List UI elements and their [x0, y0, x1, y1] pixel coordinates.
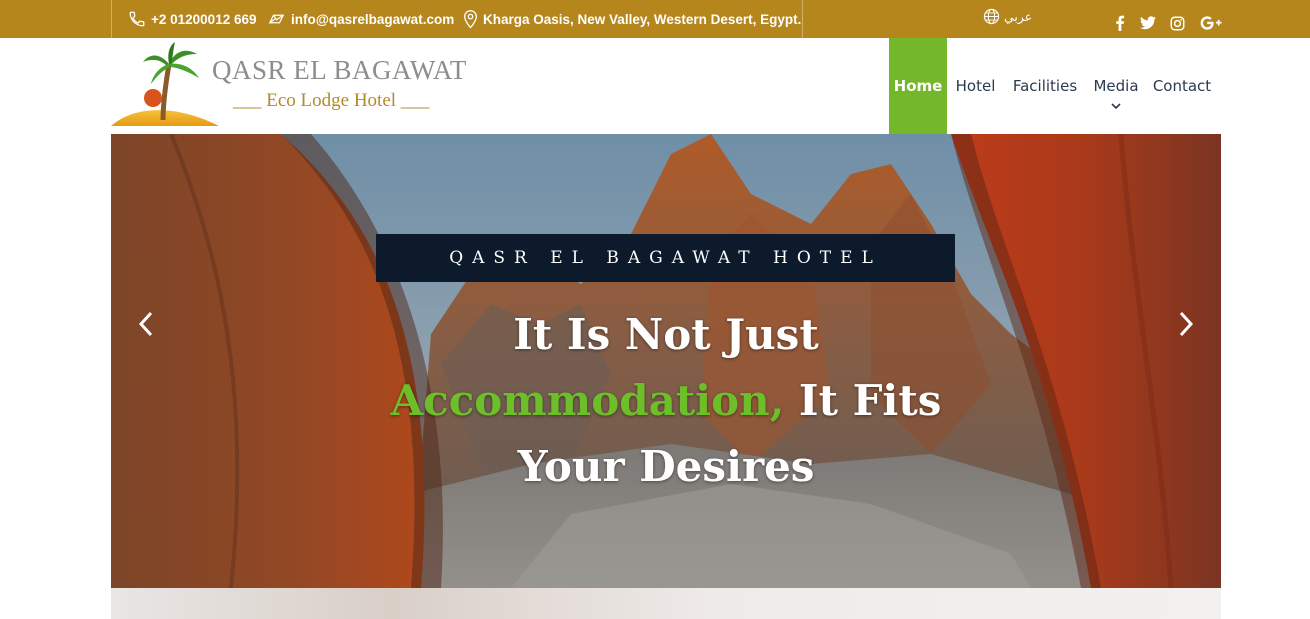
nav-hotel-label: Hotel: [955, 77, 996, 95]
phone-text: +2 01200012 669: [151, 11, 257, 27]
top-bar: +2 01200012 669 info@qasrelbagawat.com K…: [0, 0, 1310, 38]
hero-heading-line2-rest: It Fits: [784, 376, 942, 425]
palm-tree-logo: [111, 42, 219, 126]
divider: [802, 0, 803, 38]
slider-next-button[interactable]: [1171, 304, 1201, 344]
chevron-left-icon: [138, 311, 153, 337]
nav-facilities[interactable]: Facilities: [1010, 38, 1080, 134]
hero-heading-line2: Accommodation, It Fits: [351, 368, 981, 434]
address-info: Kharga Oasis, New Valley, Western Desert…: [463, 0, 801, 38]
email-contact[interactable]: info@qasrelbagawat.com: [267, 0, 454, 38]
facebook-icon[interactable]: [1111, 14, 1129, 32]
hero-heading-line3: Your Desires: [517, 442, 815, 491]
hero-heading-line1: It Is Not Just: [513, 310, 819, 359]
language-label: عربي: [1004, 10, 1033, 24]
email-text: info@qasrelbagawat.com: [291, 11, 455, 27]
logo-title: QASR EL BAGAWAT: [212, 55, 467, 85]
hero-slider: QASR EL BAGAWAT HOTEL It Is Not Just Acc…: [111, 134, 1221, 588]
divider: [111, 0, 112, 38]
hero-tagline: QASR EL BAGAWAT HOTEL: [376, 234, 955, 282]
twitter-icon[interactable]: [1139, 14, 1157, 32]
globe-icon: [983, 8, 1000, 25]
instagram-icon[interactable]: [1168, 14, 1186, 32]
logo-subtitle-text: Eco Lodge Hotel: [266, 90, 397, 111]
logo-subtitle: ___ Eco Lodge Hotel ___: [233, 90, 430, 111]
location-pin-icon: [463, 9, 478, 29]
hero-heading: It Is Not Just Accommodation, It Fits Yo…: [351, 302, 981, 500]
google-plus-icon[interactable]: [1199, 14, 1223, 32]
phone-icon: [129, 11, 145, 27]
slider-prev-button[interactable]: [131, 304, 161, 344]
language-switch[interactable]: عربي: [983, 8, 1032, 25]
email-icon: [268, 14, 285, 24]
nav-hotel[interactable]: Hotel: [954, 38, 997, 134]
chevron-right-icon: [1179, 311, 1194, 337]
next-section-preview: [111, 588, 1221, 619]
nav-contact[interactable]: Contact: [1153, 38, 1211, 134]
hero-heading-accent: Accommodation,: [390, 376, 785, 425]
chevron-down-icon: [1093, 96, 1139, 114]
nav-home-label: Home: [893, 77, 943, 95]
nav-home[interactable]: Home: [889, 38, 947, 134]
site-logo[interactable]: QASR EL BAGAWAT ___ Eco Lodge Hotel ___: [111, 38, 471, 134]
nav-media[interactable]: Media: [1093, 38, 1139, 134]
nav-facilities-label: Facilities: [1012, 77, 1078, 95]
site-header: QASR EL BAGAWAT ___ Eco Lodge Hotel ___ …: [111, 38, 1221, 134]
nav-contact-label: Contact: [1152, 77, 1212, 95]
address-text: Kharga Oasis, New Valley, Western Desert…: [483, 11, 802, 27]
phone-contact[interactable]: +2 01200012 669: [128, 0, 256, 38]
nav-media-label: Media: [1093, 77, 1139, 95]
